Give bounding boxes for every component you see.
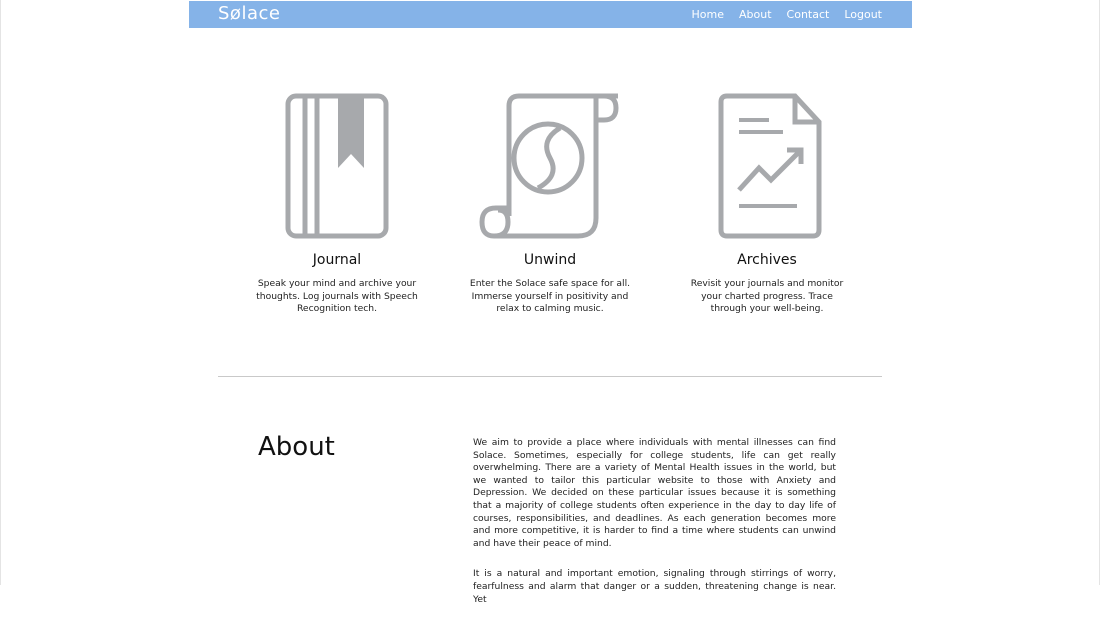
feature-title-archives: Archives [737,252,797,268]
nav-link-contact[interactable]: Contact [787,8,830,21]
about-heading: About [258,432,335,462]
document-chart-icon[interactable] [687,90,847,242]
nav-link-about[interactable]: About [739,8,772,21]
brand-logo[interactable]: Sølace [218,3,280,24]
nav-link-logout[interactable]: Logout [844,8,882,21]
page-edge-left [0,0,1,585]
feature-journal: Journal Speak your mind and archive your… [237,90,437,316]
journal-book-icon[interactable] [257,90,417,242]
nav-link-home[interactable]: Home [692,8,724,21]
section-divider [218,376,882,377]
about-paragraph: We aim to provide a place where individu… [473,437,836,549]
feature-title-unwind: Unwind [523,252,577,268]
about-text: We aim to provide a place where individu… [473,437,836,624]
nav-links: Home About Contact Logout [692,8,882,21]
feature-description-journal: Speak your mind and archive your thought… [256,278,418,315]
feature-archives: Archives Revisit your journals and monit… [667,90,867,316]
feature-description-unwind: Enter the Solace safe space for all. Imm… [469,278,631,315]
feature-description-archives: Revisit your journals and monitor your c… [690,278,844,315]
feature-title-journal: Journal [312,252,362,268]
feature-unwind: Unwind Enter the Solace safe space for a… [450,90,650,316]
navbar: Sølace Home About Contact Logout [189,1,912,28]
scroll-icon[interactable] [470,90,630,242]
about-paragraph: It is a natural and important emotion, s… [473,568,836,605]
